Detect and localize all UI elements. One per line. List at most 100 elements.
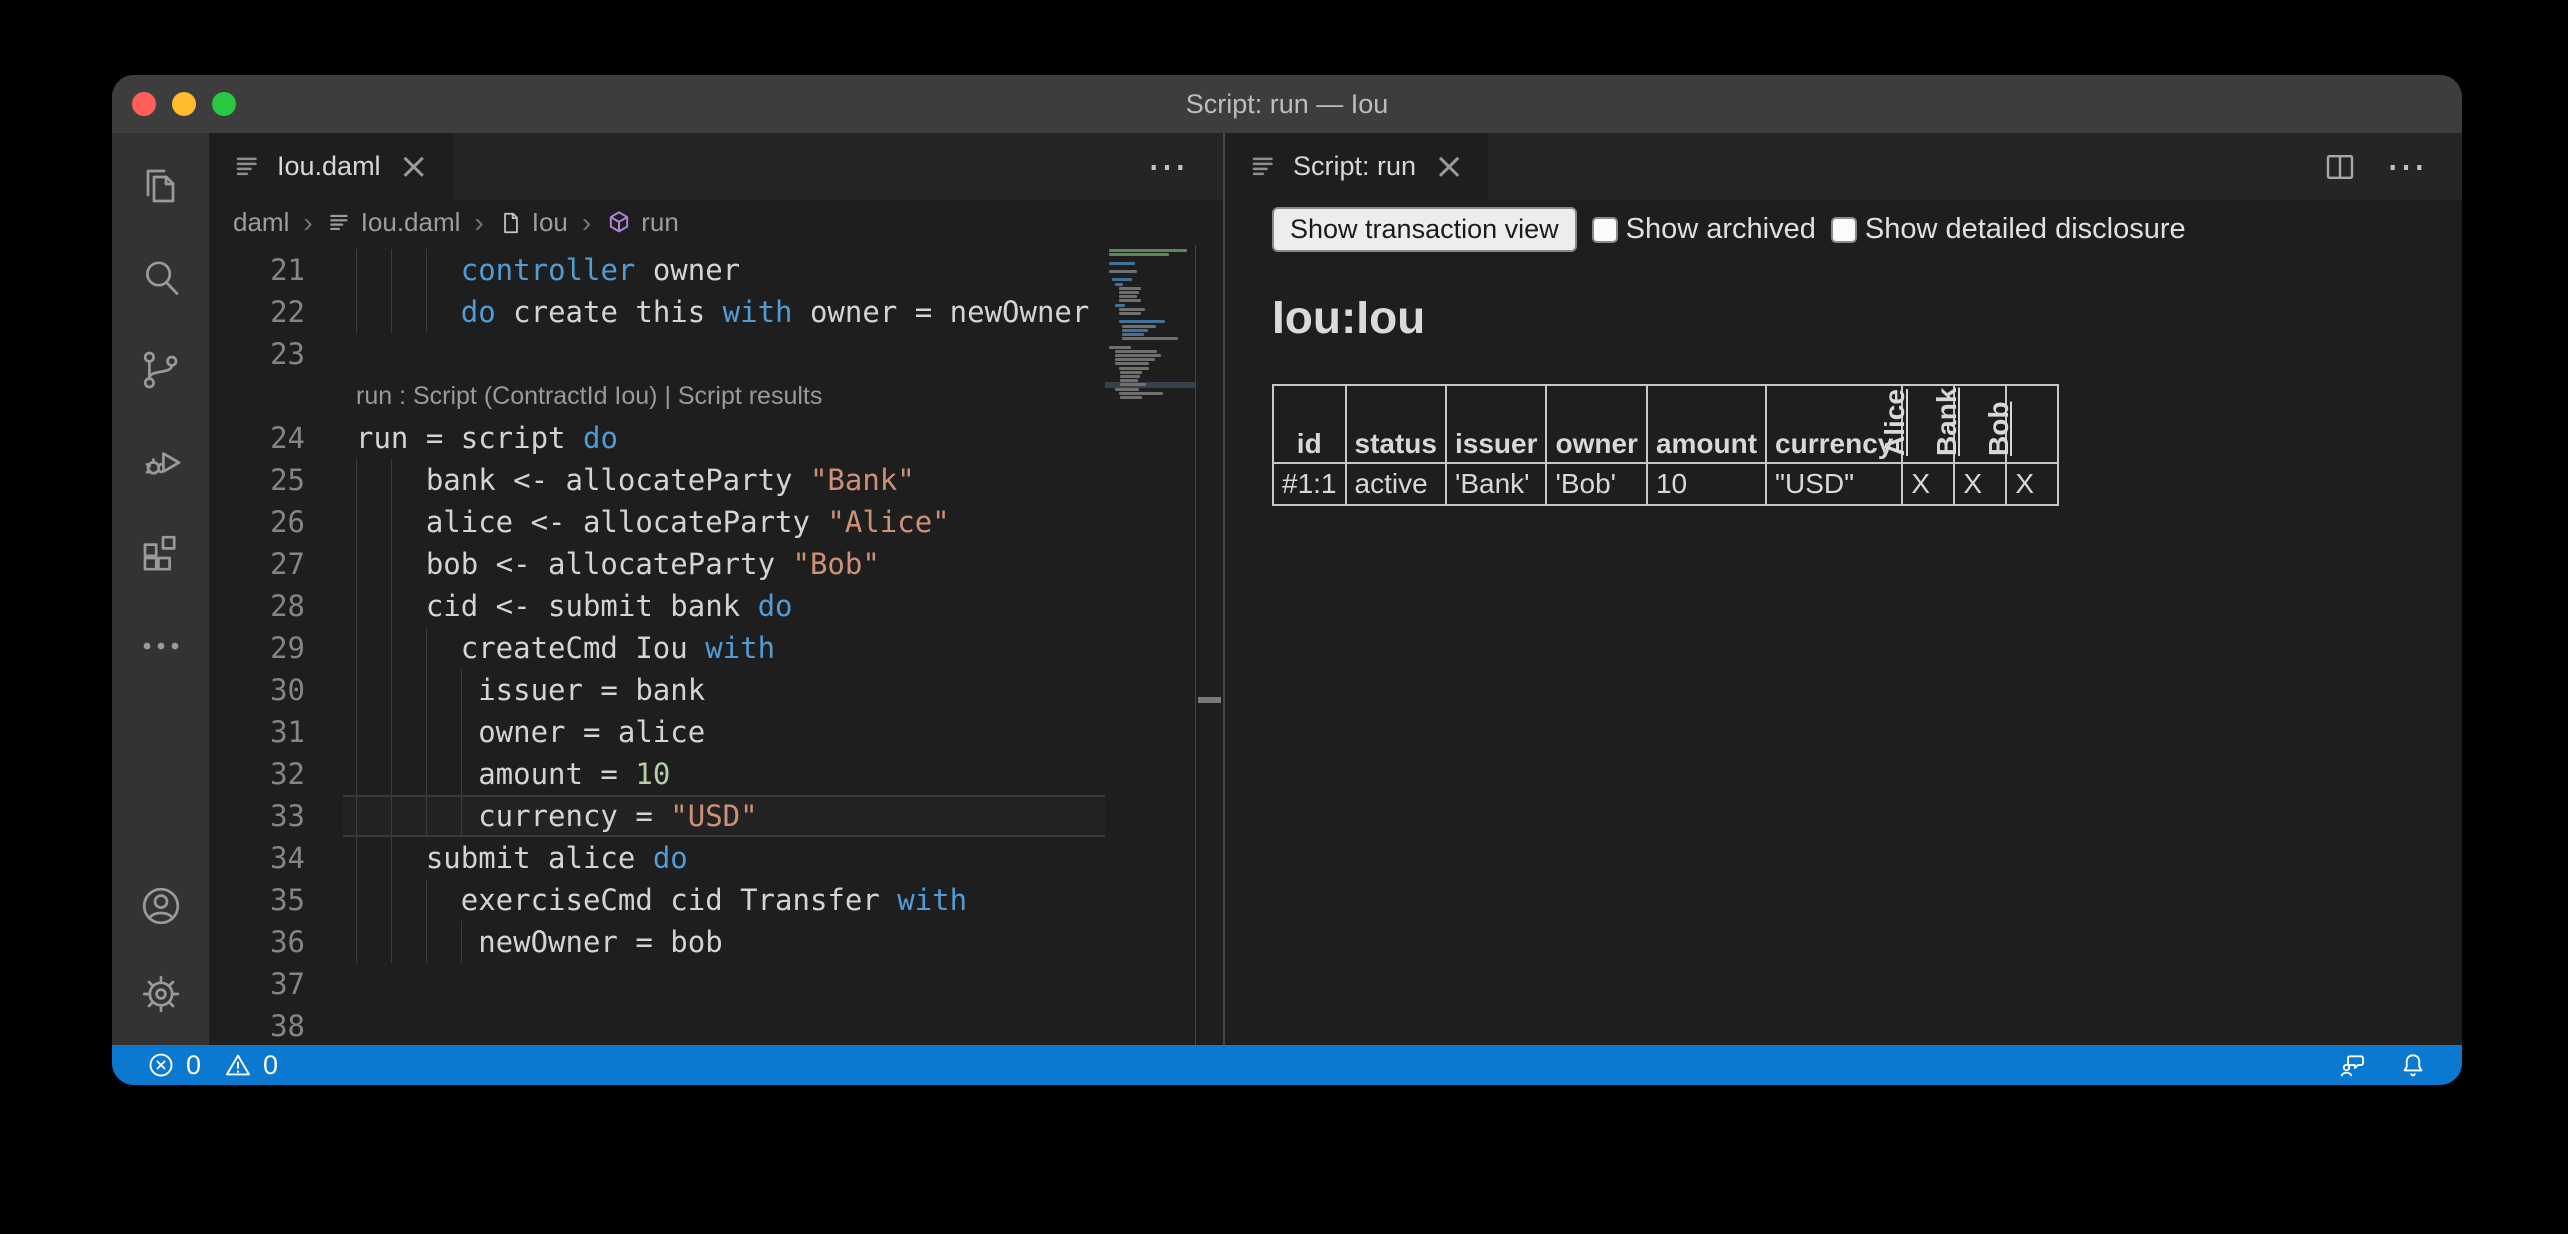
- breadcrumb-folder[interactable]: daml: [233, 207, 289, 238]
- settings-gear-icon[interactable]: [130, 963, 192, 1025]
- overview-ruler[interactable]: [1195, 245, 1223, 1045]
- column-header-issuer: issuer: [1446, 385, 1547, 463]
- indent-guide: [461, 921, 462, 963]
- code-line-32[interactable]: 32 amount = 10: [209, 753, 1105, 795]
- tab-label: Script: run: [1293, 151, 1416, 182]
- indent-guide: [356, 291, 357, 333]
- tab-script-run[interactable]: Script: run ×: [1225, 133, 1488, 200]
- show-detailed-disclosure-checkbox[interactable]: [1831, 217, 1857, 243]
- code-lens-text[interactable]: run : Script (ContractId Iou) | Script r…: [343, 375, 822, 417]
- indent-guide: [356, 459, 357, 501]
- accounts-icon[interactable]: [130, 875, 192, 937]
- line-number: 30: [209, 669, 343, 711]
- indent-guide: [391, 837, 392, 879]
- column-header-id: id: [1273, 385, 1346, 463]
- code-line-22[interactable]: 22 do create this with owner = newOwner: [209, 291, 1105, 333]
- table-cell: 'Bank': [1446, 463, 1547, 505]
- code-text: submit alice do: [343, 837, 1105, 879]
- line-number: 27: [209, 543, 343, 585]
- show-archived-checkbox[interactable]: [1592, 217, 1618, 243]
- show-transaction-view-button[interactable]: Show transaction view: [1272, 207, 1577, 252]
- code-line-25[interactable]: 25 bank <- allocateParty "Bank": [209, 459, 1105, 501]
- left-tab-strip: Iou.daml × ⋯: [209, 133, 1223, 200]
- error-count: 0: [186, 1050, 201, 1081]
- minimap-line: [1115, 358, 1155, 361]
- indent-guide: [356, 585, 357, 627]
- tab-iou-daml[interactable]: Iou.daml ×: [209, 133, 453, 200]
- minimap-line: [1120, 383, 1146, 386]
- code-lens-line[interactable]: run : Script (ContractId Iou) | Script r…: [209, 375, 1105, 417]
- code-line-31[interactable]: 31 owner = alice: [209, 711, 1105, 753]
- table-cell: X: [1954, 463, 2006, 505]
- code-line-36[interactable]: 36 newOwner = bob: [209, 921, 1105, 963]
- indent-guide: [461, 669, 462, 711]
- line-number: 28: [209, 585, 343, 627]
- file-list-icon: [327, 210, 353, 236]
- editor-more-actions-icon[interactable]: ⋯: [1147, 157, 1189, 177]
- tab-close-icon[interactable]: ×: [395, 149, 433, 185]
- cube-symbol-icon: [605, 209, 633, 237]
- code-line-28[interactable]: 28 cid <- submit bank do: [209, 585, 1105, 627]
- code-line-29[interactable]: 29 createCmd Iou with: [209, 627, 1105, 669]
- line-number: 26: [209, 501, 343, 543]
- table-cell: X: [1902, 463, 1954, 505]
- code-text: currency = "USD": [343, 795, 1105, 837]
- code-line-33[interactable]: 33 currency = "USD": [209, 795, 1105, 837]
- code-line-21[interactable]: 21 controller owner: [209, 249, 1105, 291]
- explorer-icon[interactable]: [130, 155, 192, 217]
- zoom-window-button[interactable]: [212, 92, 236, 116]
- extensions-icon[interactable]: [130, 523, 192, 585]
- run-and-debug-icon[interactable]: [130, 431, 192, 493]
- code-editor[interactable]: 21 controller owner22 do create this wit…: [209, 245, 1223, 1045]
- minimap-line: [1119, 295, 1137, 298]
- minimap[interactable]: [1105, 249, 1196, 1045]
- panel-more-actions-icon[interactable]: ⋯: [2386, 157, 2428, 177]
- vscode-window: Script: run — Iou: [112, 75, 2462, 1085]
- code-line-37[interactable]: 37: [209, 963, 1105, 1005]
- table-cell: #1:1: [1273, 463, 1346, 505]
- indent-guide: [426, 711, 427, 753]
- table-cell: 'Bob': [1546, 463, 1646, 505]
- code-line-27[interactable]: 27 bob <- allocateParty "Bob": [209, 543, 1105, 585]
- indent-guide: [391, 459, 392, 501]
- code-line-34[interactable]: 34 submit alice do: [209, 837, 1105, 879]
- source-control-icon[interactable]: [130, 339, 192, 401]
- breadcrumb-module[interactable]: Iou: [498, 207, 568, 238]
- code-text: cid <- submit bank do: [343, 585, 1105, 627]
- column-header-amount: amount: [1647, 385, 1766, 463]
- line-number: 22: [209, 291, 343, 333]
- script-toolbar: Show transaction view Show archived Show…: [1272, 207, 2432, 252]
- line-number: 23: [209, 333, 343, 375]
- code-line-30[interactable]: 30 issuer = bank: [209, 669, 1105, 711]
- code-text: alice <- allocateParty "Alice": [343, 501, 1105, 543]
- code-line-24[interactable]: 24run = script do: [209, 417, 1105, 459]
- search-icon[interactable]: [130, 247, 192, 309]
- breadcrumb-symbol-run[interactable]: run: [605, 207, 679, 238]
- line-number: 33: [209, 795, 343, 837]
- indent-guide: [461, 753, 462, 795]
- code-line-35[interactable]: 35 exerciseCmd cid Transfer with: [209, 879, 1105, 921]
- notifications-bell-icon[interactable]: [2398, 1050, 2428, 1080]
- problems-status-item[interactable]: 0 0: [146, 1050, 290, 1081]
- indent-guide: [356, 921, 357, 963]
- show-archived-label: Show archived: [1626, 213, 1816, 246]
- indent-guide: [426, 879, 427, 921]
- minimap-line: [1120, 396, 1142, 399]
- code-line-38[interactable]: 38: [209, 1005, 1105, 1045]
- table-cell: X: [2006, 463, 2058, 505]
- breadcrumb: daml › Iou.daml › Iou › run: [209, 200, 1223, 245]
- code-text: do create this with owner = newOwner: [343, 291, 1105, 333]
- code-text: bob <- allocateParty "Bob": [343, 543, 1105, 585]
- minimap-line: [1122, 333, 1144, 336]
- split-editor-icon[interactable]: [2322, 149, 2358, 185]
- close-window-button[interactable]: [132, 92, 156, 116]
- minimize-window-button[interactable]: [172, 92, 196, 116]
- tab-close-icon[interactable]: ×: [1430, 149, 1468, 185]
- more-actions-icon[interactable]: [130, 615, 192, 677]
- indent-guide: [391, 291, 392, 333]
- code-line-23[interactable]: 23: [209, 333, 1105, 375]
- indent-guide: [356, 879, 357, 921]
- breadcrumb-file[interactable]: Iou.daml: [327, 207, 461, 238]
- feedback-icon[interactable]: [2338, 1050, 2368, 1080]
- code-line-26[interactable]: 26 alice <- allocateParty "Alice": [209, 501, 1105, 543]
